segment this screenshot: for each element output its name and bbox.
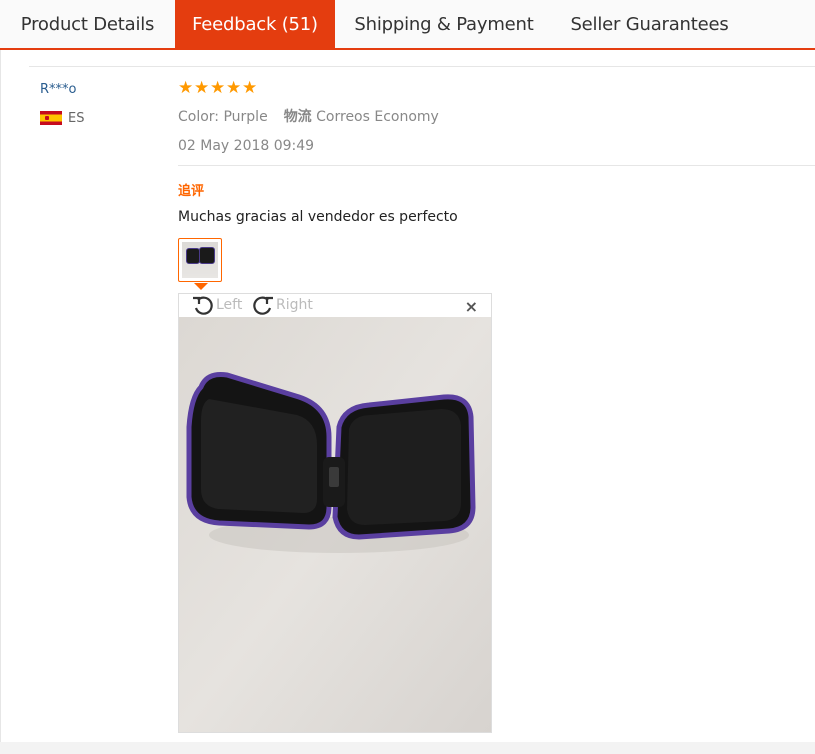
tab-feedback[interactable]: Feedback (51) (175, 0, 335, 50)
spain-flag-icon (40, 111, 62, 125)
tab-product-details[interactable]: Product Details (0, 0, 175, 48)
logistics-label: 物流 (283, 109, 312, 125)
country-code: ES (68, 110, 85, 126)
thumbnail-image (182, 242, 218, 278)
tab-shipping-payment[interactable]: Shipping & Payment (335, 0, 553, 48)
star-icon: ★ (178, 78, 194, 98)
tab-seller-guarantees[interactable]: Seller Guarantees (553, 0, 746, 48)
rotate-right-label: Right (276, 297, 313, 313)
review-photo-thumbnail[interactable] (178, 238, 222, 282)
star-icon: ★ (226, 78, 242, 98)
thumbnail-pointer (194, 283, 208, 290)
rotate-left-button[interactable]: Left (191, 295, 242, 315)
followup-label: 追评 (178, 184, 205, 199)
rotate-right-icon (253, 296, 273, 315)
feedback-panel: R***o ES ★ ★ ★ ★ ★ Color: Purple 物流 Corre… (0, 50, 815, 742)
rotate-left-icon (193, 296, 213, 315)
earphone-case-image (179, 317, 491, 732)
rotate-left-label: Left (216, 297, 243, 313)
star-icon: ★ (194, 78, 210, 98)
review-date: 02 May 2018 09:49 (178, 138, 315, 154)
detail-tabs: Product Details Feedback (51) Shipping &… (0, 0, 815, 50)
star-icon: ★ (210, 78, 226, 98)
photo-viewer: Left Right × (178, 293, 492, 733)
close-viewer-button[interactable]: × (465, 297, 478, 316)
star-icon: ★ (242, 78, 258, 98)
rotate-right-button[interactable]: Right (251, 295, 313, 315)
viewer-toolbar: Left Right × (179, 294, 491, 317)
reviewer-country: ES (40, 109, 84, 127)
star-rating: ★ ★ ★ ★ ★ (178, 80, 258, 100)
review-text: Muchas gracias al vendedor es perfecto (178, 209, 458, 225)
color-info: Color: Purple (178, 109, 268, 125)
order-info: Color: Purple 物流 Correos Economy (178, 106, 439, 126)
logistics-value: Correos Economy (316, 109, 439, 125)
page-footer-strip (0, 742, 815, 754)
section-divider (29, 66, 815, 67)
reviewer-name: R***o (40, 82, 77, 97)
review-photo (179, 317, 491, 732)
review-divider (178, 165, 815, 166)
